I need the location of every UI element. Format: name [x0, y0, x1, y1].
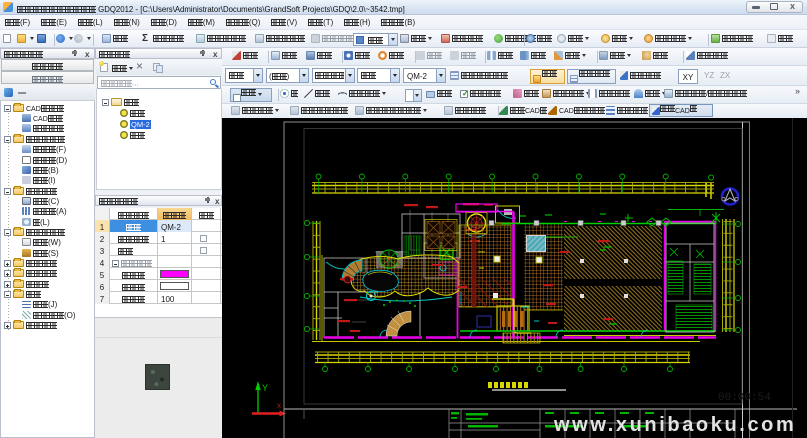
svg-text:x: x — [277, 401, 281, 410]
svg-text:www.xunibaoku.com: www.xunibaoku.com — [553, 414, 796, 436]
svg-text:Y: Y — [262, 383, 268, 393]
svg-text:00:00:54: 00:00:54 — [718, 392, 771, 404]
